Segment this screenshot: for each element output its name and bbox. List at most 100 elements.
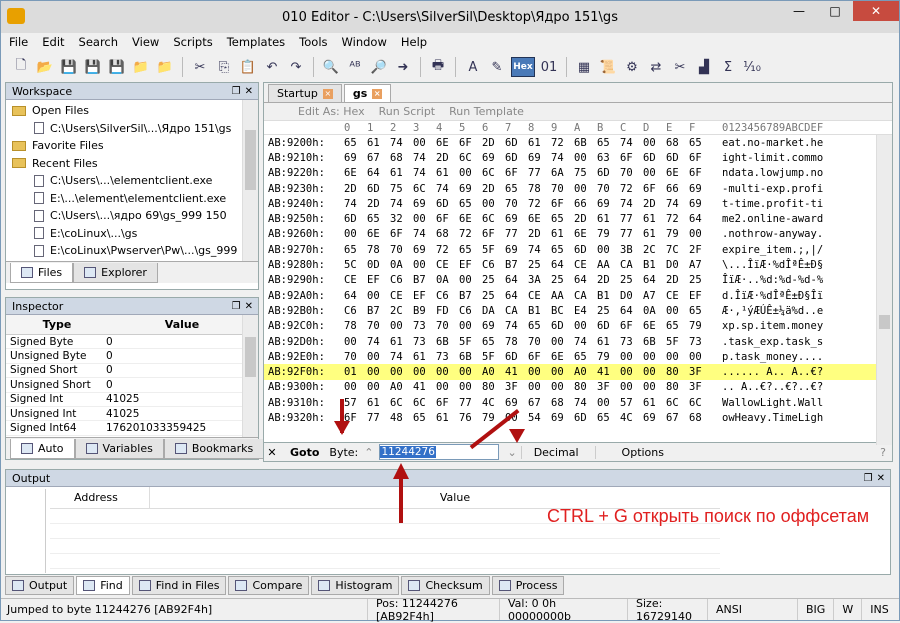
hex-row[interactable]: AB:9250h: 6D 65 32 00 6F 6E 6C 69 6E 65 2D 61 77 61 72 6… <box>264 211 892 226</box>
tab-histogram[interactable]: Histogram <box>311 576 400 595</box>
hex-byte[interactable]: 79 <box>597 351 620 363</box>
hex-byte[interactable]: 00 <box>643 381 666 393</box>
hex-byte[interactable]: 00 <box>528 366 551 378</box>
hex-byte[interactable]: 70 <box>597 183 620 195</box>
hex-byte[interactable]: D0 <box>620 290 643 302</box>
hex-ascii[interactable]: p.task_money.... <box>714 351 823 363</box>
hex-byte[interactable]: 6F <box>551 198 574 210</box>
hex-byte[interactable]: 6D <box>505 152 528 164</box>
hex-byte[interactable]: 6F <box>436 213 459 225</box>
tools-icon[interactable]: ✂ <box>670 57 690 77</box>
hex-byte[interactable]: 3F <box>597 381 620 393</box>
hex-byte[interactable]: 3F <box>689 381 712 393</box>
hex-byte[interactable]: 61 <box>643 397 666 409</box>
hex-row[interactable]: AB:9240h: 74 2D 74 69 6D 65 00 70 72 6F 66 69 74 2D 74 6… <box>264 196 892 211</box>
chevron-down-icon[interactable]: ⌄ <box>499 446 520 459</box>
hex-byte[interactable]: 65 <box>551 244 574 256</box>
binary-mode-icon[interactable]: 01 <box>539 57 559 77</box>
tab-bookmarks[interactable]: Bookmarks <box>163 439 265 459</box>
hex-byte[interactable]: 61 <box>643 228 666 240</box>
hex-byte[interactable]: 70 <box>436 320 459 332</box>
hex-byte[interactable]: 6B <box>643 336 666 348</box>
hex-byte[interactable]: 00 <box>666 305 689 317</box>
hex-ascii[interactable]: -multi-exp.profi <box>714 183 823 195</box>
hex-byte[interactable]: 57 <box>620 397 643 409</box>
hex-byte[interactable]: 75 <box>574 167 597 179</box>
hex-byte[interactable]: CA <box>574 290 597 302</box>
hex-byte[interactable]: 79 <box>689 320 712 332</box>
hex-byte[interactable]: 6D <box>551 320 574 332</box>
hex-byte[interactable]: 67 <box>367 152 390 164</box>
hex-byte[interactable]: 61 <box>367 397 390 409</box>
hex-byte[interactable]: 6E <box>551 351 574 363</box>
hex-byte[interactable]: 65 <box>344 244 367 256</box>
hex-byte[interactable]: 72 <box>459 228 482 240</box>
hex-byte[interactable]: 00 <box>367 351 390 363</box>
hex-byte[interactable]: 6E <box>643 320 666 332</box>
hex-ascii[interactable]: expire_item.;,|/ <box>714 244 823 256</box>
hex-byte[interactable]: 65 <box>367 213 390 225</box>
hex-byte[interactable]: 6C <box>413 397 436 409</box>
hex-byte[interactable]: 61 <box>597 336 620 348</box>
hex-ascii[interactable]: \...ÎïÆ·%dÎªÊ±Ð§ <box>714 259 823 271</box>
hex-byte[interactable]: EF <box>367 274 390 286</box>
hex-byte[interactable]: 65 <box>689 305 712 317</box>
hex-byte[interactable]: 69 <box>505 213 528 225</box>
maximize-button[interactable]: □ <box>817 1 853 21</box>
hex-byte[interactable]: 2C <box>390 305 413 317</box>
hex-byte[interactable]: 5F <box>482 351 505 363</box>
hex-byte[interactable]: 64 <box>643 274 666 286</box>
hex-byte[interactable]: 2D <box>482 183 505 195</box>
hex-byte[interactable]: 00 <box>413 213 436 225</box>
hex-ascii[interactable]: t-time.profit-ti <box>714 198 823 210</box>
tree-item[interactable]: C:\Users\SilverSil\...\Ядро 151\gs <box>6 120 258 138</box>
tab-close-icon[interactable]: × <box>322 88 333 99</box>
scrollbar-thumb[interactable] <box>245 337 256 377</box>
hex-bytes[interactable]: 00 6E 6F 74 68 72 6F 77 2D 61 6E 79 77 61 79 00 <box>344 228 714 240</box>
table-row[interactable]: Signed Int 41025 <box>6 393 258 407</box>
hex-ascii[interactable]: me2.online-award <box>714 213 823 225</box>
hex-byte[interactable]: 64 <box>620 305 643 317</box>
hex-byte[interactable]: 63 <box>597 152 620 164</box>
tree-item[interactable]: E:\coLinux\Pwserver\Pw\...\gs_999 <box>6 242 258 260</box>
hex-byte[interactable]: 64 <box>505 290 528 302</box>
hex-byte[interactable]: C6 <box>482 259 505 271</box>
hex-ascii[interactable]: ndata.lowjump.no <box>714 167 823 179</box>
hex-bytes[interactable]: 78 70 00 73 70 00 69 74 65 6D 00 6D 6F 6E 65 79 <box>344 320 714 332</box>
hex-byte[interactable]: 65 <box>482 336 505 348</box>
hex-byte[interactable]: 69 <box>689 183 712 195</box>
hex-byte[interactable]: AA <box>551 290 574 302</box>
hex-byte[interactable]: A7 <box>643 290 666 302</box>
hex-byte[interactable]: B1 <box>643 259 666 271</box>
goto-input[interactable]: 11244276 <box>379 444 500 460</box>
status-mode-ins[interactable]: INS <box>861 599 896 620</box>
hex-byte[interactable]: 6C <box>482 167 505 179</box>
save-all-icon[interactable]: 💾 <box>107 57 127 77</box>
tree-item[interactable]: E:\...\element\elementclient.exe <box>6 190 258 208</box>
open-workspace-icon[interactable]: 📁 <box>131 57 151 77</box>
hex-byte[interactable]: 0D <box>367 259 390 271</box>
goto-close-icon[interactable]: ✕ <box>264 446 280 459</box>
hex-byte[interactable]: 2D <box>597 274 620 286</box>
hex-byte[interactable]: EF <box>459 259 482 271</box>
hex-byte[interactable]: 3A <box>528 274 551 286</box>
hex-bytes[interactable]: 57 61 6C 6C 6F 77 4C 69 67 68 74 00 57 61 6C 6C <box>344 397 714 409</box>
hex-byte[interactable]: 2D <box>666 274 689 286</box>
hex-byte[interactable]: B1 <box>597 290 620 302</box>
hex-byte[interactable]: 6E <box>367 228 390 240</box>
tab-process[interactable]: Process <box>491 576 565 595</box>
hex-byte[interactable]: 6B <box>574 137 597 149</box>
hex-row[interactable]: AB:9310h: 57 61 6C 6C 6F 77 4C 69 67 68 74 00 57 61 6C 6… <box>264 395 892 410</box>
hex-byte[interactable]: 65 <box>574 351 597 363</box>
hex-byte[interactable]: 00 <box>344 381 367 393</box>
hex-byte[interactable]: 74 <box>551 152 574 164</box>
hex-byte[interactable]: 65 <box>597 412 620 424</box>
hex-byte[interactable]: 61 <box>413 351 436 363</box>
hex-byte[interactable]: 6F <box>643 183 666 195</box>
hex-byte[interactable]: FD <box>436 305 459 317</box>
hex-byte[interactable]: 32 <box>390 213 413 225</box>
hex-byte[interactable]: 78 <box>367 244 390 256</box>
hex-byte[interactable]: 70 <box>390 244 413 256</box>
hex-byte[interactable]: 00 <box>574 320 597 332</box>
hex-byte[interactable]: A0 <box>482 366 505 378</box>
